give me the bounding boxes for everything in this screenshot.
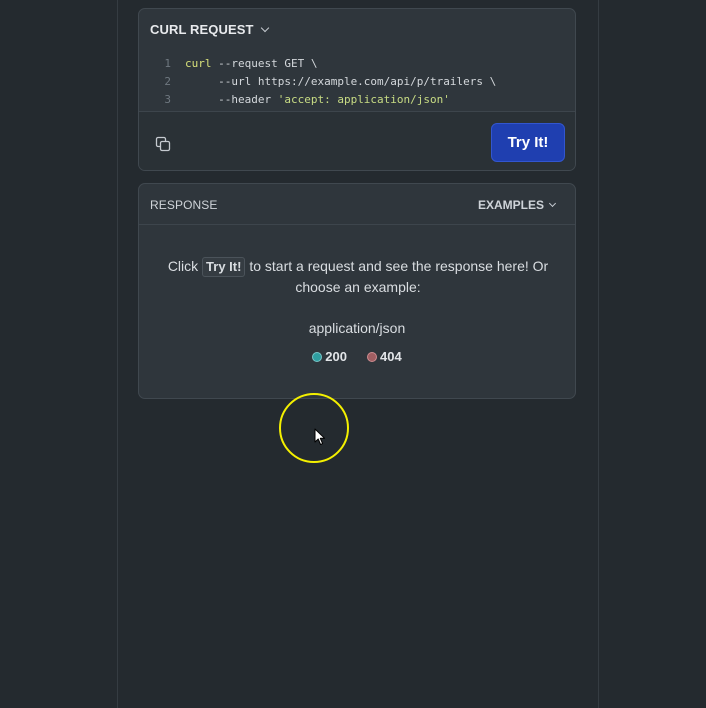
response-code-404[interactable]: 404	[367, 349, 402, 364]
code-token: --url https://example.com/api/p/trailers…	[185, 75, 497, 88]
curl-title: CURL REQUEST	[150, 22, 254, 37]
code-token: curl	[185, 57, 212, 70]
column-divider-left	[117, 0, 118, 708]
line-number: 3	[164, 93, 171, 106]
code-line: 3 --header 'accept: application/json'	[139, 91, 575, 109]
examples-dropdown[interactable]: EXAMPLES	[477, 198, 557, 212]
curl-language-selector[interactable]: CURL REQUEST	[150, 22, 269, 37]
code-line: 1 curl --request GET \	[139, 55, 575, 73]
chevron-down-icon	[548, 199, 557, 208]
response-header: RESPONSE EXAMPLES	[139, 184, 575, 225]
media-type-label: application/json	[308, 320, 406, 336]
status-dot-icon	[367, 351, 377, 362]
chevron-down-icon	[260, 23, 269, 32]
copy-icon[interactable]	[155, 136, 171, 152]
column-divider-right	[598, 0, 599, 708]
code-token: --request GET \	[211, 57, 318, 70]
try-it-inline-label: Try It!	[202, 257, 246, 277]
status-dot-icon	[312, 351, 323, 362]
response-code-label: 200	[325, 349, 347, 364]
response-code-label: 404	[380, 349, 402, 364]
response-message: Click Try It! to start a request and see…	[159, 256, 557, 298]
code-token: --header	[185, 93, 278, 106]
line-number: 1	[164, 57, 171, 70]
page: CURL REQUEST 1 curl --request GET \ 2 --ur…	[0, 0, 706, 708]
curl-request-card: CURL REQUEST 1 curl --request GET \ 2 --ur…	[138, 8, 576, 171]
message-after: to start a request and see the response …	[245, 258, 549, 295]
response-code-200[interactable]: 200	[312, 349, 347, 364]
line-number: 2	[164, 75, 171, 88]
mouse-cursor-icon	[314, 428, 326, 445]
message-before: Click	[167, 258, 203, 274]
try-it-button[interactable]: Try It!	[491, 123, 565, 162]
code-footer: Try It!	[139, 111, 575, 170]
response-card: RESPONSE EXAMPLES Click Try It! to start…	[138, 183, 576, 399]
code-block: 1 curl --request GET \ 2 --url https://exa…	[139, 55, 575, 109]
code-token: 'accept: application/json'	[277, 93, 450, 106]
examples-label: EXAMPLES	[477, 198, 544, 212]
response-code-list: 200 404	[139, 349, 575, 364]
code-line: 2 --url https://example.com/api/p/traile…	[139, 73, 575, 91]
response-title: RESPONSE	[150, 198, 218, 212]
